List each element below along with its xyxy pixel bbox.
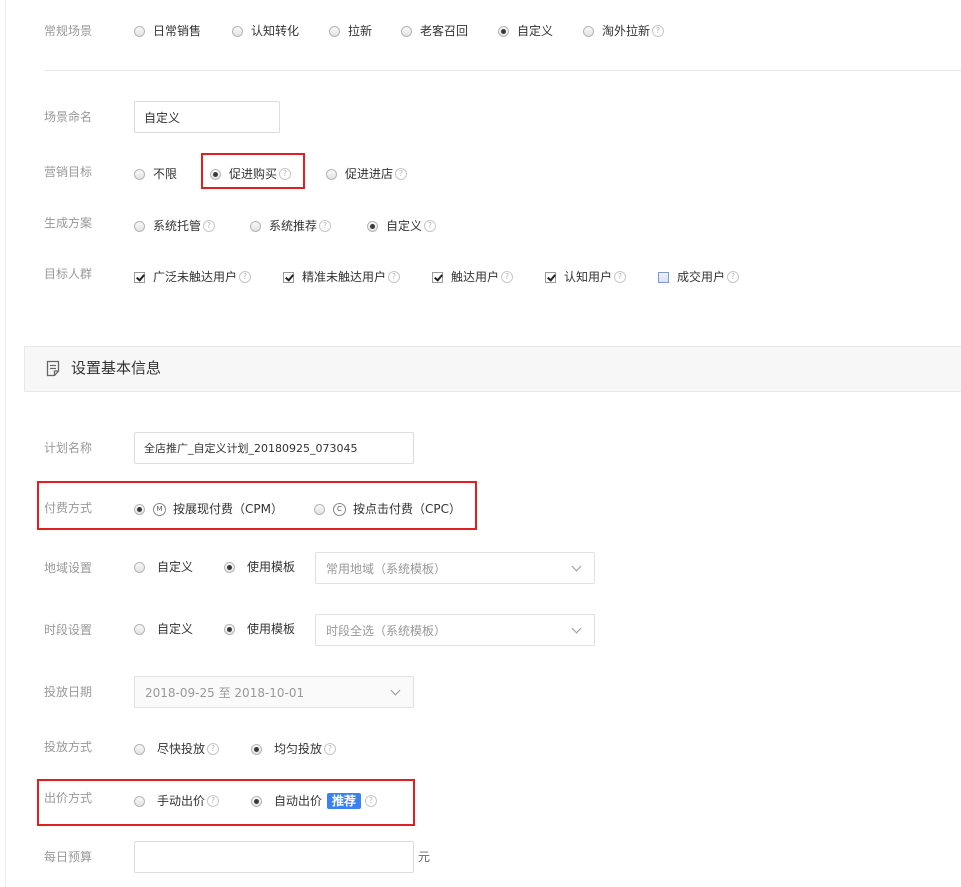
scene-option-offsite[interactable]: 淘外拉新?: [583, 23, 665, 39]
document-icon: [46, 360, 60, 377]
plan-name-input[interactable]: 全店推广_自定义计划_20180925_073045: [134, 432, 414, 464]
plan-gen-option-custom[interactable]: 自定义?: [367, 218, 437, 234]
chevron-down-icon: [571, 623, 582, 633]
goal-option-unlimited[interactable]: 不限: [134, 166, 177, 182]
radio-icon[interactable]: [224, 623, 235, 635]
checkbox-icon[interactable]: [658, 271, 669, 283]
help-icon[interactable]: ?: [239, 271, 252, 283]
plan-gen-label: 生成方案: [44, 216, 93, 230]
radio-icon[interactable]: [498, 25, 509, 37]
checkbox-icon[interactable]: [545, 271, 556, 283]
radio-icon[interactable]: [232, 25, 243, 37]
scene-option-custom[interactable]: 自定义: [498, 23, 553, 39]
daily-budget-input[interactable]: [134, 841, 414, 873]
audience-option-precise-unreached[interactable]: 精准未触达用户?: [283, 269, 401, 285]
scene-name-label: 场景命名: [44, 110, 93, 124]
radio-icon[interactable]: [134, 561, 145, 573]
date-range-picker[interactable]: 2018-09-25 至 2018-10-01: [134, 676, 414, 708]
radio-icon[interactable]: [401, 25, 412, 37]
goal-option-visit[interactable]: 促进进店?: [326, 166, 408, 182]
time-slot-label: 时段设置: [44, 623, 93, 637]
chevron-down-icon: [390, 685, 401, 695]
budget-label: 每日预算: [44, 850, 93, 864]
help-icon[interactable]: ?: [652, 25, 665, 37]
help-icon[interactable]: ?: [324, 743, 337, 755]
audience-option-converted[interactable]: 成交用户?: [658, 269, 740, 285]
scene-option-cognition[interactable]: 认知转化: [232, 23, 299, 39]
audience-option-broad-unreached[interactable]: 广泛未触达用户?: [134, 269, 252, 285]
divider: [44, 70, 961, 71]
region-template-select[interactable]: 常用地域（系统模板）: [315, 552, 595, 584]
help-icon[interactable]: ?: [319, 220, 332, 232]
region-label: 地域设置: [44, 561, 93, 575]
section-title: 设置基本信息: [71, 359, 162, 377]
date-separator: 至: [218, 685, 231, 700]
scene-option-daily-sales[interactable]: 日常销售: [134, 23, 201, 39]
help-icon[interactable]: ?: [203, 220, 216, 232]
radio-icon[interactable]: [134, 743, 145, 755]
chevron-down-icon: [571, 561, 582, 571]
help-icon[interactable]: ?: [207, 743, 220, 755]
time-slot-option-custom[interactable]: 自定义: [134, 621, 193, 637]
help-icon[interactable]: ?: [395, 168, 408, 180]
delivery-option-asap[interactable]: 尽快投放?: [134, 741, 220, 757]
radio-icon[interactable]: [250, 220, 261, 232]
dates-label: 投放日期: [44, 685, 93, 699]
help-icon[interactable]: ?: [727, 271, 740, 283]
radio-icon[interactable]: [224, 561, 235, 573]
radio-icon[interactable]: [367, 220, 378, 232]
audience-option-reached[interactable]: 触达用户?: [432, 269, 514, 285]
radio-icon[interactable]: [251, 743, 262, 755]
section-header: [24, 346, 961, 392]
help-icon[interactable]: ?: [614, 271, 627, 283]
time-slot-option-template[interactable]: 使用模板: [224, 621, 295, 637]
audience-label: 目标人群: [44, 267, 93, 281]
radio-icon[interactable]: [134, 220, 145, 232]
date-start: 2018-09-25: [145, 685, 215, 700]
radio-icon[interactable]: [134, 623, 145, 635]
plan-name-label: 计划名称: [44, 441, 93, 455]
delivery-label: 投放方式: [44, 740, 93, 754]
region-option-template[interactable]: 使用模板: [224, 559, 295, 575]
plan-gen-option-recommended[interactable]: 系统推荐?: [250, 218, 332, 234]
checkbox-icon[interactable]: [432, 271, 443, 283]
highlight-box-goal: [201, 153, 305, 189]
scene-option-acquisition[interactable]: 拉新: [329, 23, 372, 39]
highlight-box-bidding: [37, 779, 415, 826]
marketing-goal-label: 营销目标: [44, 165, 93, 179]
radio-icon[interactable]: [134, 168, 145, 180]
scene-name-input[interactable]: 自定义: [134, 101, 280, 133]
date-range-text: 2018-09-25 至 2018-10-01: [145, 684, 304, 701]
radio-icon[interactable]: [134, 25, 145, 37]
radio-icon[interactable]: [583, 25, 594, 37]
scene-option-recall[interactable]: 老客召回: [401, 23, 468, 39]
checkbox-icon[interactable]: [283, 271, 294, 283]
plan-gen-option-managed[interactable]: 系统托管?: [134, 218, 216, 234]
highlight-box-payment: [37, 481, 477, 530]
scene-label: 常规场景: [44, 24, 93, 38]
audience-option-cognition[interactable]: 认知用户?: [545, 269, 627, 285]
delivery-option-even[interactable]: 均匀投放?: [251, 741, 337, 757]
time-slot-template-select[interactable]: 时段全选（系统模板）: [315, 614, 595, 646]
date-end: 2018-10-01: [234, 685, 305, 700]
help-icon[interactable]: ?: [501, 271, 514, 283]
checkbox-icon[interactable]: [134, 271, 145, 283]
region-option-custom[interactable]: 自定义: [134, 559, 193, 575]
radio-icon[interactable]: [326, 168, 337, 180]
help-icon[interactable]: ?: [388, 271, 401, 283]
radio-icon[interactable]: [329, 25, 340, 37]
budget-unit: 元: [418, 850, 431, 864]
help-icon[interactable]: ?: [424, 220, 437, 232]
left-border: [5, 0, 6, 887]
